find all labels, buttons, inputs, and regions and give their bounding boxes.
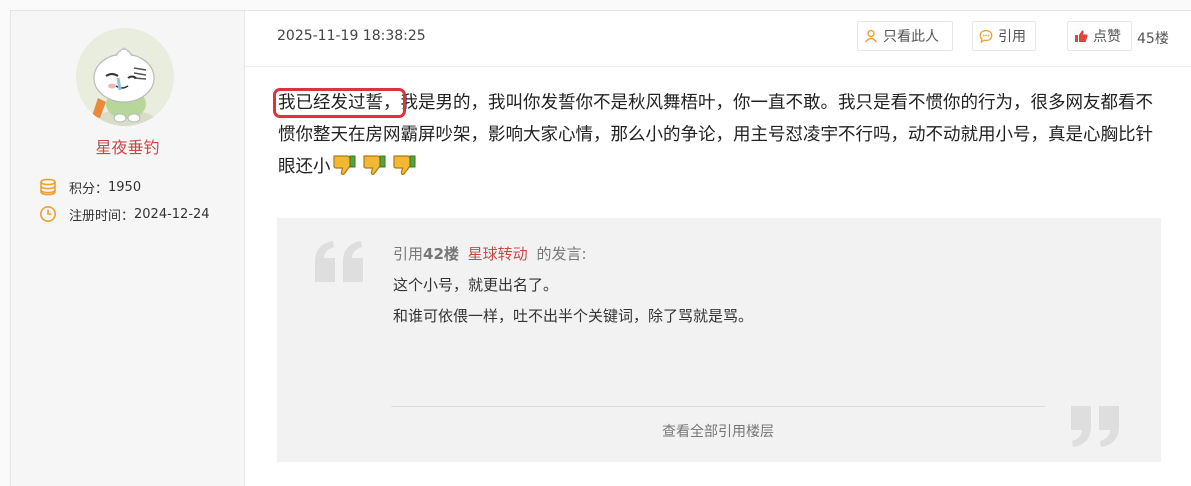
post-container: 星夜垂钓 积分： 1950 注册时间： 2024-12-24 2025-11-1… <box>10 10 1191 486</box>
post-timestamp: 2025-11-19 18:38:25 <box>277 28 426 44</box>
quote-suffix: 的发言: <box>536 245 587 263</box>
open-quote-icon <box>315 241 363 282</box>
only-this-user-label: 只看此人 <box>883 29 939 45</box>
quote-line: 这个小号，就更出名了。 <box>393 276 559 294</box>
thumbs-down-emoji <box>391 153 417 188</box>
only-this-user-button[interactable]: 只看此人 <box>857 21 953 51</box>
quote-divider <box>391 406 1045 407</box>
avatar-image <box>76 28 174 126</box>
close-quote-icon <box>1071 406 1119 447</box>
highlighted-text: 我已经发过誓， <box>273 88 406 118</box>
quote-block: 引用42楼 星球转动 的发言: 这个小号，就更出名了。 和谁可依偎一样，吐不出半… <box>277 218 1161 462</box>
coins-icon <box>40 178 56 196</box>
points-value: 1950 <box>108 179 142 195</box>
user-sidebar: 星夜垂钓 积分： 1950 注册时间： 2024-12-24 <box>11 11 245 486</box>
post-header: 2025-11-19 18:38:25 只看此人 引用 点赞 45楼 <box>245 11 1191 67</box>
quote-header: 引用42楼 星球转动 的发言: <box>393 243 587 264</box>
quote-author[interactable]: 星球转动 <box>468 245 528 263</box>
post-content: 我已经发过誓，我是男的，我叫你发誓你不是秋风舞梧叶，你一直不敢。我只是看不惯你的… <box>273 87 1163 188</box>
quote-label: 引用 <box>998 29 1026 45</box>
clock-icon <box>40 206 56 222</box>
quote-line: 和谁可依偎一样，吐不出半个关键词，除了骂就是骂。 <box>393 307 754 325</box>
post-main: 2025-11-19 18:38:25 只看此人 引用 点赞 45楼 我已经发过… <box>245 11 1191 486</box>
register-label: 注册时间： <box>69 208 135 224</box>
username[interactable]: 星夜垂钓 <box>11 134 244 158</box>
register-date: 2024-12-24 <box>134 206 210 222</box>
thumbs-down-emoji <box>361 153 387 188</box>
register-row: 注册时间： 2024-12-24 <box>39 204 210 224</box>
like-button[interactable]: 点赞 <box>1067 21 1132 51</box>
view-all-quotes-link[interactable]: 查看全部引用楼层 <box>391 421 1045 441</box>
floor-number: 45楼 <box>1137 31 1169 47</box>
like-label: 点赞 <box>1093 29 1121 45</box>
thumbs-down-emoji <box>331 153 357 188</box>
thumbs-up-icon <box>1075 30 1088 42</box>
quote-button[interactable]: 引用 <box>972 21 1036 51</box>
avatar[interactable] <box>76 28 174 126</box>
points-row: 积分： 1950 <box>39 177 141 197</box>
quote-floor[interactable]: 42楼 <box>423 245 459 263</box>
quote-prefix: 引用 <box>393 245 424 263</box>
chat-bubble-icon <box>979 29 993 43</box>
person-icon <box>864 29 878 43</box>
points-label: 积分： <box>69 181 109 197</box>
